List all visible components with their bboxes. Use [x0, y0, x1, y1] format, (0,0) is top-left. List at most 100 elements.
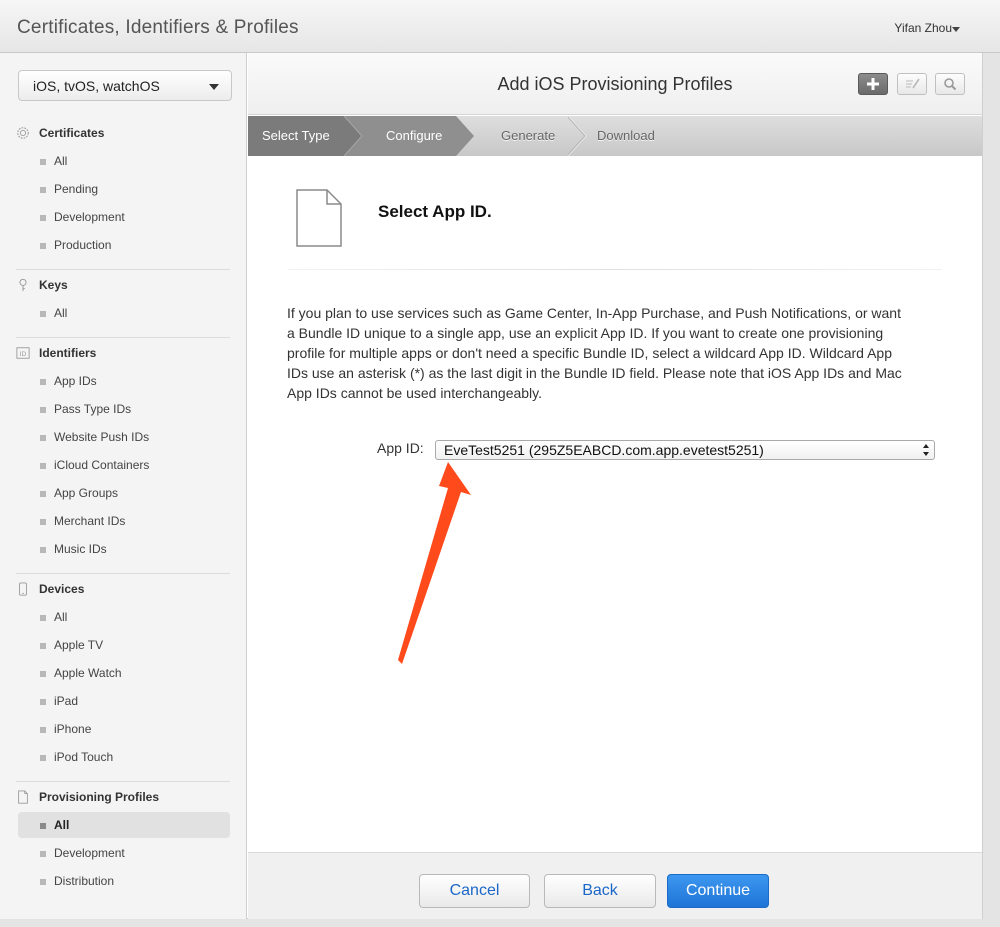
sidebar-item-label: Merchant IDs: [54, 514, 126, 528]
bullet: [40, 879, 46, 885]
bullet: [40, 755, 46, 761]
top-bar: Certificates, Identifiers & Profiles Yif…: [0, 0, 1000, 53]
sidebar-item-certificates-all[interactable]: All: [18, 148, 230, 174]
chevron-down-icon: [209, 84, 219, 90]
sidebar-item-app-groups[interactable]: App Groups: [18, 480, 230, 506]
bullet: [40, 615, 46, 621]
sidebar-item-label: iPad: [54, 694, 79, 708]
section-label: Keys: [39, 278, 68, 292]
section-identifiers[interactable]: ID Identifiers: [0, 343, 247, 365]
bullet: [40, 671, 46, 677]
sidebar-item-label: iCloud Containers: [54, 458, 150, 472]
step-generate: Generate: [480, 116, 570, 156]
sidebar-item-devices-all[interactable]: All: [18, 604, 230, 630]
step-select-type: Select Type: [248, 116, 344, 156]
sidebar-item-certificates-pending[interactable]: Pending: [18, 176, 230, 202]
step-separator: [344, 116, 363, 156]
sidebar-item-label: Apple TV: [54, 638, 104, 652]
bullet: [40, 159, 46, 165]
bullet: [40, 547, 46, 553]
bullet: [40, 463, 46, 469]
sidebar-item-label: iPhone: [54, 722, 92, 736]
page-header: Add iOS Provisioning Profiles: [248, 53, 982, 115]
sidebar-item-app-ids[interactable]: App IDs: [18, 368, 230, 394]
sidebar-item-ipod-touch[interactable]: iPod Touch: [18, 744, 230, 770]
bullet: [40, 519, 46, 525]
sidebar-item-label: App IDs: [54, 374, 97, 388]
bullet: [40, 727, 46, 733]
divider: [288, 269, 942, 270]
bullet: [40, 243, 46, 249]
sidebar-item-label: All: [54, 610, 68, 624]
bullet: [40, 407, 46, 413]
chevron-down-icon[interactable]: [952, 27, 960, 32]
step-label: Download: [597, 128, 655, 143]
divider: [16, 269, 230, 270]
sidebar-item-label: Pass Type IDs: [54, 402, 132, 416]
step-label: Generate: [501, 128, 556, 143]
sidebar-item-apple-watch[interactable]: Apple Watch: [18, 660, 230, 686]
edit-button[interactable]: [897, 73, 927, 95]
sidebar-item-profiles-distribution[interactable]: Distribution: [18, 868, 230, 894]
divider: [16, 337, 230, 338]
sidebar-item-label: Production: [54, 238, 112, 252]
document-icon: [18, 790, 28, 804]
app-id-select[interactable]: EveTest5251 (295Z5EABCD.com.app.evetest5…: [435, 440, 935, 460]
section-provisioning-profiles[interactable]: Provisioning Profiles: [0, 787, 247, 809]
platform-select[interactable]: iOS, tvOS, watchOS: [18, 70, 232, 101]
sidebar-item-website-push-ids[interactable]: Website Push IDs: [18, 424, 230, 450]
divider: [16, 781, 230, 782]
sidebar-item-label: App Groups: [54, 486, 119, 500]
add-button[interactable]: [858, 73, 888, 95]
plus-icon: [867, 78, 879, 90]
step-separator: [456, 116, 474, 156]
cancel-button[interactable]: Cancel: [419, 874, 530, 908]
sidebar-item-label: Distribution: [54, 874, 115, 888]
id-icon: ID: [16, 347, 30, 359]
user-menu[interactable]: Yifan Zhou: [894, 21, 952, 35]
sidebar-item-ipad[interactable]: iPad: [18, 688, 230, 714]
bullet: [40, 379, 46, 385]
sidebar-item-label: Development: [54, 210, 125, 224]
back-button[interactable]: Back: [544, 874, 656, 908]
sidebar-item-label: Website Push IDs: [54, 430, 150, 444]
sidebar-item-certificates-production[interactable]: Production: [18, 232, 230, 258]
search-icon: [944, 78, 957, 91]
section-label: Certificates: [39, 126, 105, 140]
sidebar-item-label: All: [54, 306, 68, 320]
sidebar-item-label: All: [54, 818, 70, 832]
sidebar-item-music-ids[interactable]: Music IDs: [18, 536, 230, 562]
sidebar-item-pass-type-ids[interactable]: Pass Type IDs: [18, 396, 230, 422]
bullet: [40, 851, 46, 857]
search-button[interactable]: [935, 73, 965, 95]
sidebar-item-keys-all[interactable]: All: [18, 300, 230, 326]
sidebar-item-profiles-all[interactable]: All: [18, 812, 230, 838]
key-icon: [19, 278, 27, 292]
sidebar-item-merchant-ids[interactable]: Merchant IDs: [18, 508, 230, 534]
section-label: Devices: [39, 582, 85, 596]
section-keys[interactable]: Keys: [0, 275, 247, 297]
wizard-steps: Select Type Configure Generate Download: [248, 116, 982, 156]
sidebar-item-label: Music IDs: [54, 542, 107, 556]
sidebar-item-label: iPod Touch: [54, 750, 114, 764]
sidebar-item-profiles-development[interactable]: Development: [18, 840, 230, 866]
pencil-icon: [906, 78, 920, 89]
sidebar-item-iphone[interactable]: iPhone: [18, 716, 230, 742]
main-content: Select App ID. If you plan to use servic…: [248, 156, 982, 852]
section-devices[interactable]: Devices: [0, 579, 247, 601]
bullet: [40, 699, 46, 705]
sidebar-item-certificates-development[interactable]: Development: [18, 204, 230, 230]
section-label: Provisioning Profiles: [39, 790, 160, 804]
bullet: [40, 215, 46, 221]
section-certificates[interactable]: Certificates: [0, 123, 247, 145]
bullet: [40, 435, 46, 441]
sidebar-item-apple-tv[interactable]: Apple TV: [18, 632, 230, 658]
step-label: Select Type: [262, 128, 330, 143]
continue-button[interactable]: Continue: [667, 874, 769, 908]
sidebar-item-icloud-containers[interactable]: iCloud Containers: [18, 452, 230, 478]
sidebar: iOS, tvOS, watchOS Certificates All Pend…: [0, 53, 247, 919]
step-download: Download: [586, 116, 696, 156]
bullet: [40, 311, 46, 317]
description-text: If you plan to use services such as Game…: [287, 305, 902, 401]
certificate-icon: [17, 127, 29, 139]
